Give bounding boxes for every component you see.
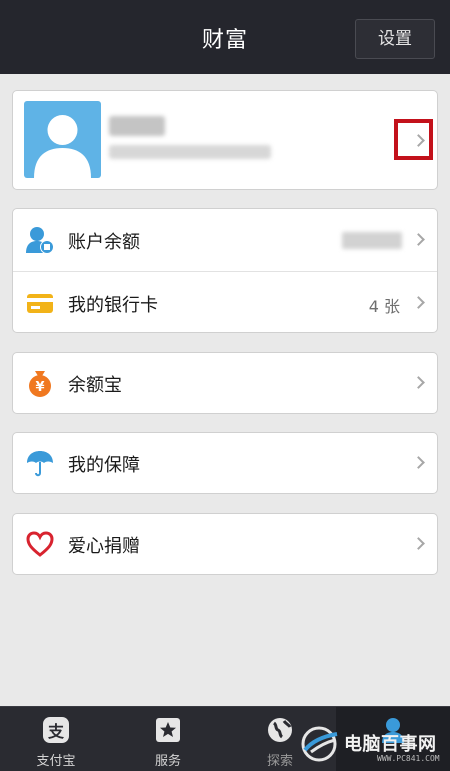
top-bar: 财富 设置: [0, 0, 450, 74]
chevron-right-icon: [412, 537, 425, 550]
account-balance-icon: [26, 227, 54, 254]
yuebao-row[interactable]: ¥ 余额宝: [13, 353, 437, 413]
money-bag-icon: ¥: [29, 371, 51, 397]
chevron-right-icon: [412, 456, 425, 469]
account-balance-row[interactable]: 账户余额: [13, 209, 437, 271]
star-icon: [156, 718, 180, 742]
bank-card-label: 我的银行卡: [68, 295, 158, 316]
avatar: [24, 101, 101, 178]
redacted-account-id: [109, 145, 271, 159]
watermark-logo: 电脑百事网 WWW.PC841.COM: [297, 716, 450, 771]
svg-text:¥: ¥: [35, 380, 44, 395]
account-balance-label: 账户余额: [68, 232, 140, 253]
settings-button[interactable]: 设置: [355, 19, 435, 59]
heart-icon: [26, 531, 54, 557]
aixin-row[interactable]: 爱心捐赠: [13, 514, 437, 574]
yuebao-label: 余额宝: [68, 375, 122, 396]
redacted-balance: [342, 232, 402, 249]
yuebao-card: ¥ 余额宝: [12, 352, 438, 414]
redacted-username: [109, 116, 165, 136]
watermark-emblem-icon: [301, 726, 338, 762]
bank-card-icon: [27, 294, 53, 313]
chevron-right-icon: [412, 376, 425, 389]
chevron-right-icon: [412, 233, 425, 246]
highlight-annotation: [394, 119, 433, 160]
tab-alipay[interactable]: 支 支付宝: [0, 707, 112, 771]
tab-label: 服务: [154, 754, 181, 769]
baozhang-label: 我的保障: [68, 455, 140, 476]
svg-text:支: 支: [47, 722, 65, 741]
bank-card-count: 4 张: [368, 297, 400, 316]
tab-services[interactable]: 服务: [112, 707, 224, 771]
baozhang-row[interactable]: 我的保障: [13, 433, 437, 493]
chevron-right-icon: [412, 296, 425, 309]
umbrella-icon: [27, 451, 53, 477]
tab-label: 支付宝: [36, 754, 76, 769]
baozhang-card: 我的保障: [12, 432, 438, 494]
profile-card[interactable]: [12, 90, 438, 190]
watermark-text: 电脑百事网: [344, 734, 437, 755]
alipay-icon: 支: [43, 717, 69, 743]
globe-icon: [268, 718, 292, 742]
watermark-url: WWW.PC841.COM: [377, 754, 440, 763]
bank-card-row[interactable]: 我的银行卡 4 张: [13, 271, 437, 333]
aixin-label: 爱心捐赠: [68, 536, 140, 557]
aixin-card: 爱心捐赠: [12, 513, 438, 575]
account-group: 账户余额 我的银行卡 4 张: [12, 208, 438, 333]
user-silhouette-icon: [34, 115, 91, 178]
